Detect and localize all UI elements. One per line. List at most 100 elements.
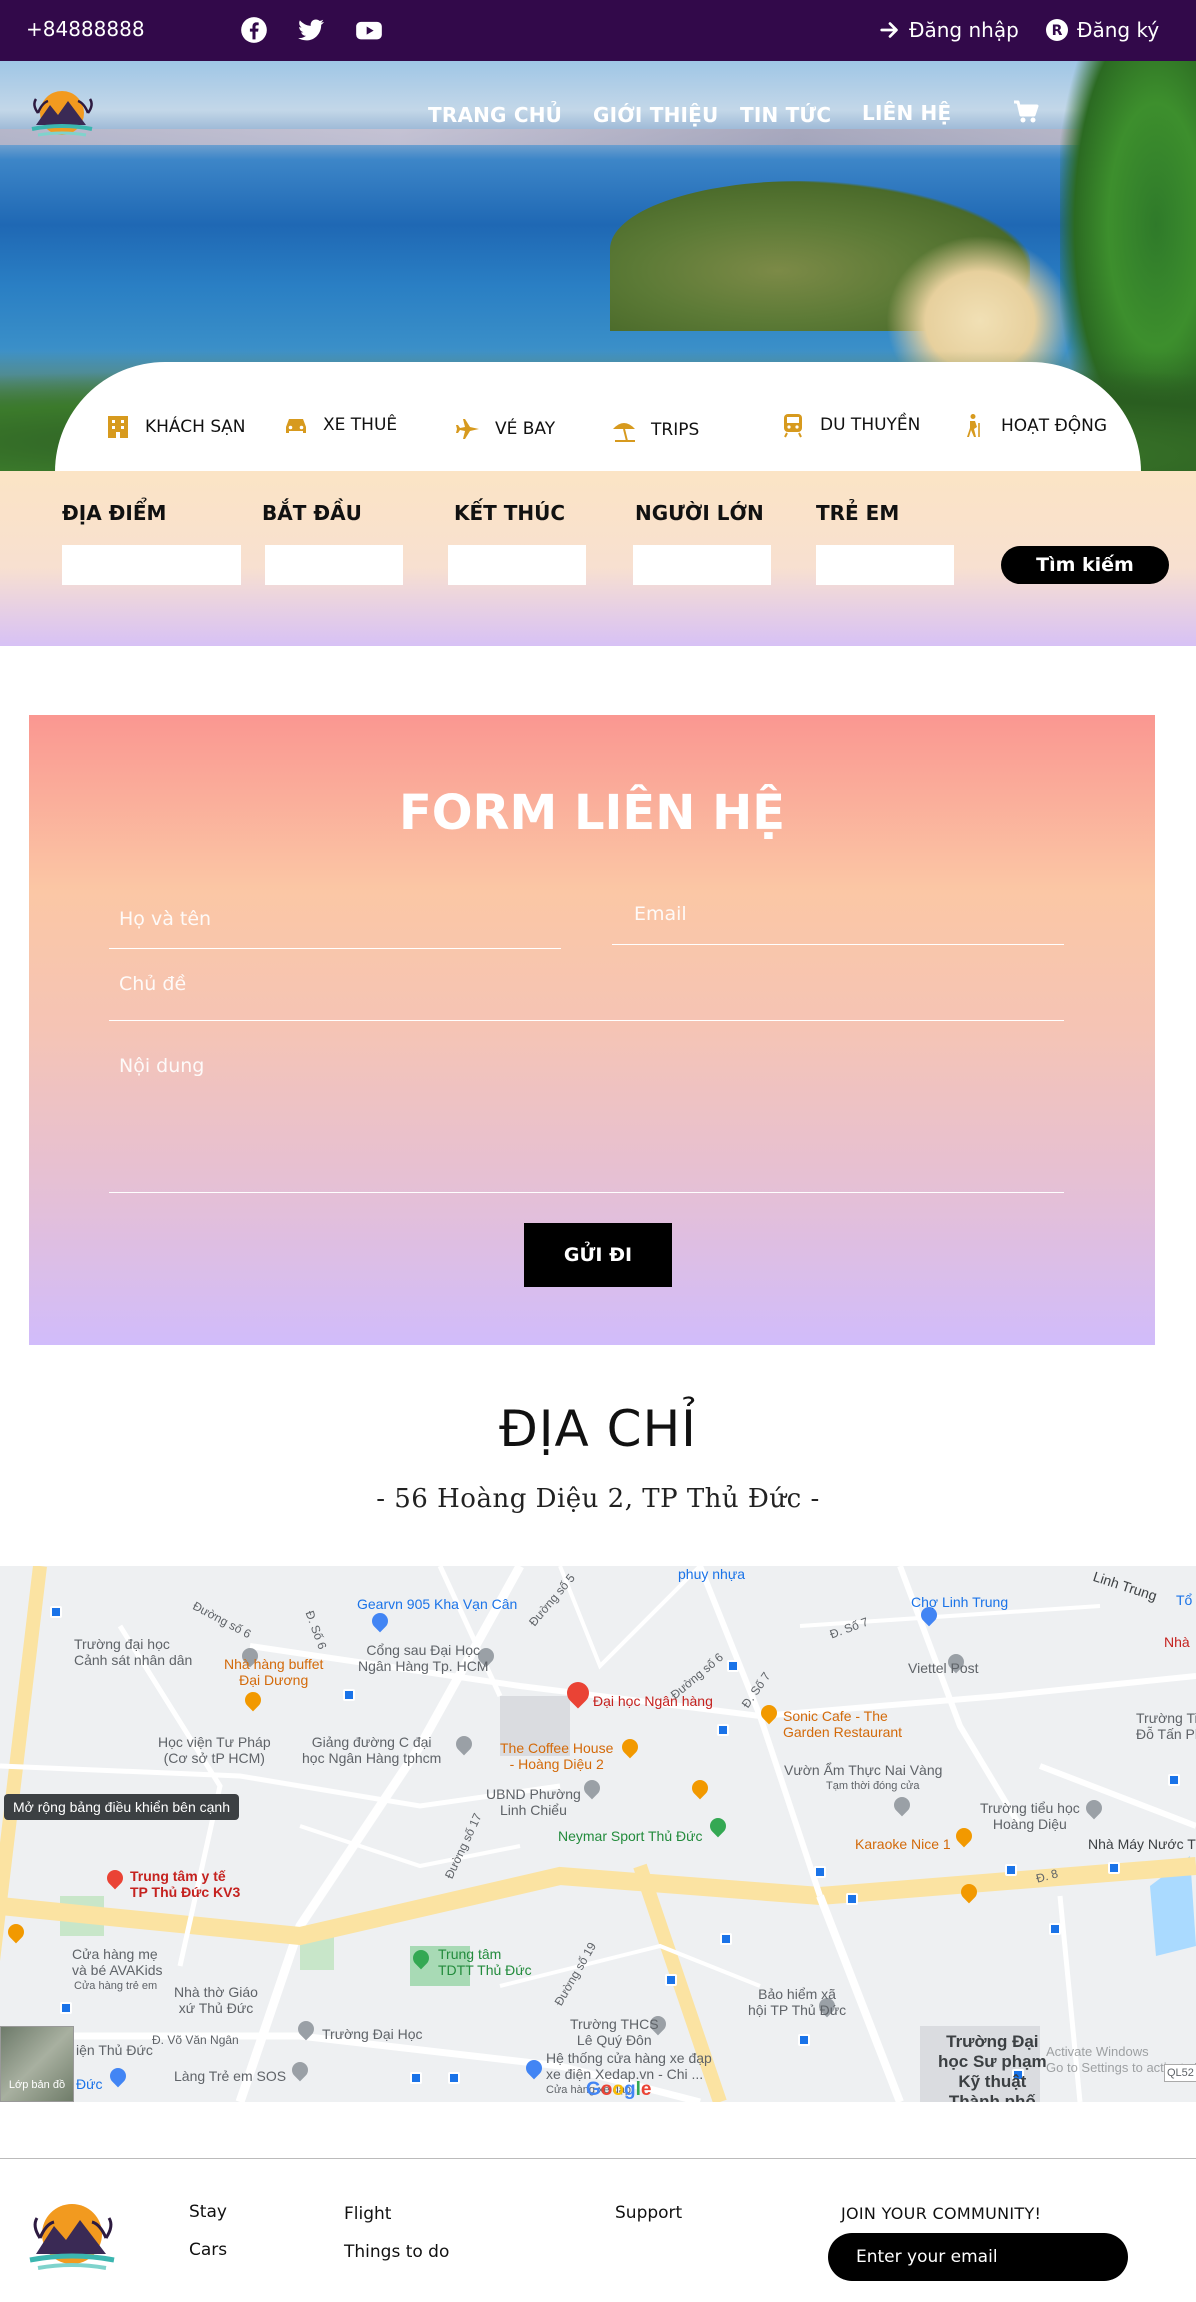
tab-car[interactable]: XE THUÊ: [283, 412, 397, 438]
map-label-lang-tre[interactable]: Làng Trẻ em SOS: [174, 2068, 286, 2084]
subject-field[interactable]: [109, 1003, 1064, 1021]
footer-email-input[interactable]: Enter your email: [828, 2233, 1128, 2281]
map-label-cong-sau[interactable]: Cổng sau Đại Học Ngân Hàng Tp. HCM: [358, 1642, 488, 1674]
beach-umbrella-icon: [613, 423, 635, 442]
children-input[interactable]: [816, 545, 954, 585]
map-label-trung-tam-yte[interactable]: Trung tâm y tế TP Thủ Đức KV3: [130, 1868, 240, 1900]
nav-contact[interactable]: LIÊN HỆ: [862, 101, 951, 125]
map-label-edge-duc: Đức: [76, 2076, 103, 2092]
map-label-bao-hiem[interactable]: Bảo hiểm xã hội TP Thủ Đức: [748, 1986, 846, 2018]
search-panel: ĐỊA ĐIỂM BẮT ĐẦU KẾT THÚC NGƯỜI LỚN TRẺ …: [0, 471, 1196, 646]
bus-stop-icon: [410, 2072, 422, 2084]
map-label-canh-sat[interactable]: Trường đại học Cảnh sát nhân dân: [74, 1636, 192, 1668]
map-label-dh-ngan-hang[interactable]: Đại học Ngân hàng: [593, 1693, 713, 1709]
bus-stop-icon: [665, 1974, 677, 1986]
tab-label: XE THUÊ: [323, 415, 398, 435]
map-label-tieu-hoc-hd[interactable]: Trường tiểu học Hoàng Diệu: [980, 1800, 1080, 1832]
facebook-icon[interactable]: [240, 16, 268, 44]
login-link[interactable]: Đăng nhập: [879, 18, 1019, 42]
register-r-icon: R: [1046, 19, 1068, 41]
bus-stop-icon: [1168, 1774, 1180, 1786]
search-button[interactable]: Tìm kiếm: [1001, 546, 1169, 584]
top-bar: +84888888 Đăng nhập R Đăng ký: [0, 0, 1196, 61]
hotel-icon: [108, 416, 128, 438]
map-label-tieu-hoc-dtp[interactable]: Trường Tiểu Họ Đỗ Tấn Phon: [1136, 1710, 1196, 1742]
address-title: ĐỊA CHỈ: [499, 1400, 697, 1458]
bus-stop-icon: [60, 2002, 72, 2014]
map-label-edge-thu-duc: iện Thủ Đức: [76, 2042, 153, 2058]
location-input[interactable]: [62, 545, 241, 585]
location-label: ĐỊA ĐIỂM: [62, 501, 167, 525]
footer-join-title: JOIN YOUR COMMUNITY!: [841, 2204, 1042, 2223]
map-label-neymar[interactable]: Neymar Sport Thủ Đức: [558, 1828, 703, 1844]
plane-icon: [456, 419, 479, 439]
contact-form: FORM LIÊN HỆ Họ và tên Email Chủ đề Nội …: [29, 715, 1155, 1345]
email-field[interactable]: [612, 927, 1064, 945]
map-label-viettel[interactable]: Viettel Post: [908, 1660, 979, 1676]
cart-icon[interactable]: [1012, 99, 1040, 125]
map-embed[interactable]: Mở rộng bảng điều khiển bên cạnh Lớp bản…: [0, 1566, 1196, 2102]
map-label-coffee-house[interactable]: The Coffee House - Hoàng Diệu 2: [500, 1740, 613, 1772]
end-date-input[interactable]: [448, 545, 586, 585]
map-label-nha-may-nuoc: Nhà Máy Nước T: [1088, 1836, 1196, 1852]
map-label-truong-dai-hoc[interactable]: Trường Đại Học: [322, 2026, 423, 2042]
tab-hotel[interactable]: KHÁCH SẠN: [105, 414, 245, 440]
phone-number: +84888888: [26, 17, 145, 41]
bus-stop-icon: [50, 1606, 62, 1618]
login-label: Đăng nhập: [909, 18, 1019, 42]
map-label-dh-su-pham[interactable]: Trường Đại học Sư phạm Kỹ thuật Thành ph…: [938, 2032, 1047, 2102]
nav-news[interactable]: TIN TỨC: [740, 103, 831, 127]
children-label: TRẺ EM: [816, 501, 900, 525]
end-label: KẾT THÚC: [454, 501, 566, 525]
tab-cruise[interactable]: DU THUYỀN: [780, 412, 920, 438]
send-button[interactable]: GỬI ĐI: [524, 1223, 672, 1287]
footer-link-support[interactable]: Support: [615, 2203, 682, 2223]
tab-activities[interactable]: HOẠT ĐỘNG: [961, 413, 1107, 439]
tab-label: TRIPS: [651, 420, 700, 440]
youtube-icon[interactable]: [355, 16, 383, 44]
message-placeholder: Nội dung: [119, 1055, 205, 1077]
site-logo[interactable]: [24, 83, 100, 143]
map-label-cho-linh-trung[interactable]: Chợ Linh Trung: [911, 1594, 1008, 1610]
name-field[interactable]: [109, 931, 561, 949]
nav-home[interactable]: TRANG CHỦ: [428, 103, 562, 127]
register-link[interactable]: R Đăng ký: [1045, 18, 1159, 42]
tab-flight[interactable]: VÉ BAY: [455, 416, 555, 442]
map-layer-button[interactable]: Lớp bản đồ: [0, 2026, 74, 2102]
start-date-input[interactable]: [265, 545, 403, 585]
map-label-thcs[interactable]: Trường THCS Lê Quý Đôn: [570, 2016, 659, 2048]
map-sidebar-tooltip: Mở rộng bảng điều khiển bên cạnh: [4, 1794, 239, 1820]
bus-stop-icon: [720, 1933, 732, 1945]
map-label-xedap[interactable]: Hệ thống cửa hàng xe đạp xe điện Xedap.v…: [546, 2050, 712, 2082]
map-label-cua-hang-me[interactable]: Cửa hàng mẹ và bé AVAKids: [72, 1946, 163, 1978]
footer-link-flight[interactable]: Flight: [344, 2204, 391, 2224]
bus-stop-icon: [448, 2072, 460, 2084]
map-label-tdtt[interactable]: Trung tâm TDTT Thủ Đức: [438, 1946, 532, 1978]
map-label-buffet[interactable]: Nhà hàng buffet Đại Dương: [224, 1656, 323, 1688]
footer-link-things-to-do[interactable]: Things to do: [344, 2242, 449, 2262]
map-label-tam-thoi: Tạm thời đóng cửa: [826, 1780, 920, 1792]
adults-input[interactable]: [633, 545, 771, 585]
bus-stop-icon: [717, 1724, 729, 1736]
svg-text:R: R: [1052, 23, 1063, 39]
map-label-ubnd[interactable]: UBND Phường Linh Chiểu: [486, 1786, 581, 1818]
map-label-hoc-vien[interactable]: Học viện Tư Pháp (Cơ sở tP HCM): [158, 1734, 271, 1766]
map-label-sonic[interactable]: Sonic Cafe - The Garden Restaurant: [783, 1708, 902, 1740]
nav-about[interactable]: GIỚI THIỆU: [593, 103, 718, 127]
footer-link-cars[interactable]: Cars: [189, 2240, 227, 2260]
start-label: BẮT ĐẦU: [262, 501, 362, 525]
bus-stop-icon: [798, 2034, 810, 2046]
subject-placeholder: Chủ đề: [119, 973, 187, 995]
map-label-nha-tho[interactable]: Nhà thờ Giáo xứ Thủ Đức: [174, 1984, 258, 2016]
tab-trips[interactable]: TRIPS: [611, 417, 699, 443]
map-label-giang-duong[interactable]: Giảng đường C đại học Ngân Hàng tphcm: [302, 1734, 441, 1766]
google-logo[interactable]: Google: [586, 2079, 651, 2101]
map-label-karaoke[interactable]: Karaoke Nice 1: [855, 1836, 951, 1852]
map-label-gearvn[interactable]: Gearvn 905 Kha Vạn Cân: [357, 1596, 517, 1612]
footer-link-stay[interactable]: Stay: [189, 2202, 227, 2222]
message-field[interactable]: [109, 1045, 1064, 1193]
register-label: Đăng ký: [1077, 18, 1160, 42]
map-label-vuon-am-thuc[interactable]: Vườn Ẩm Thực Nai Vàng: [784, 1762, 942, 1778]
twitter-icon[interactable]: [297, 16, 325, 44]
footer-logo[interactable]: [20, 2196, 124, 2278]
